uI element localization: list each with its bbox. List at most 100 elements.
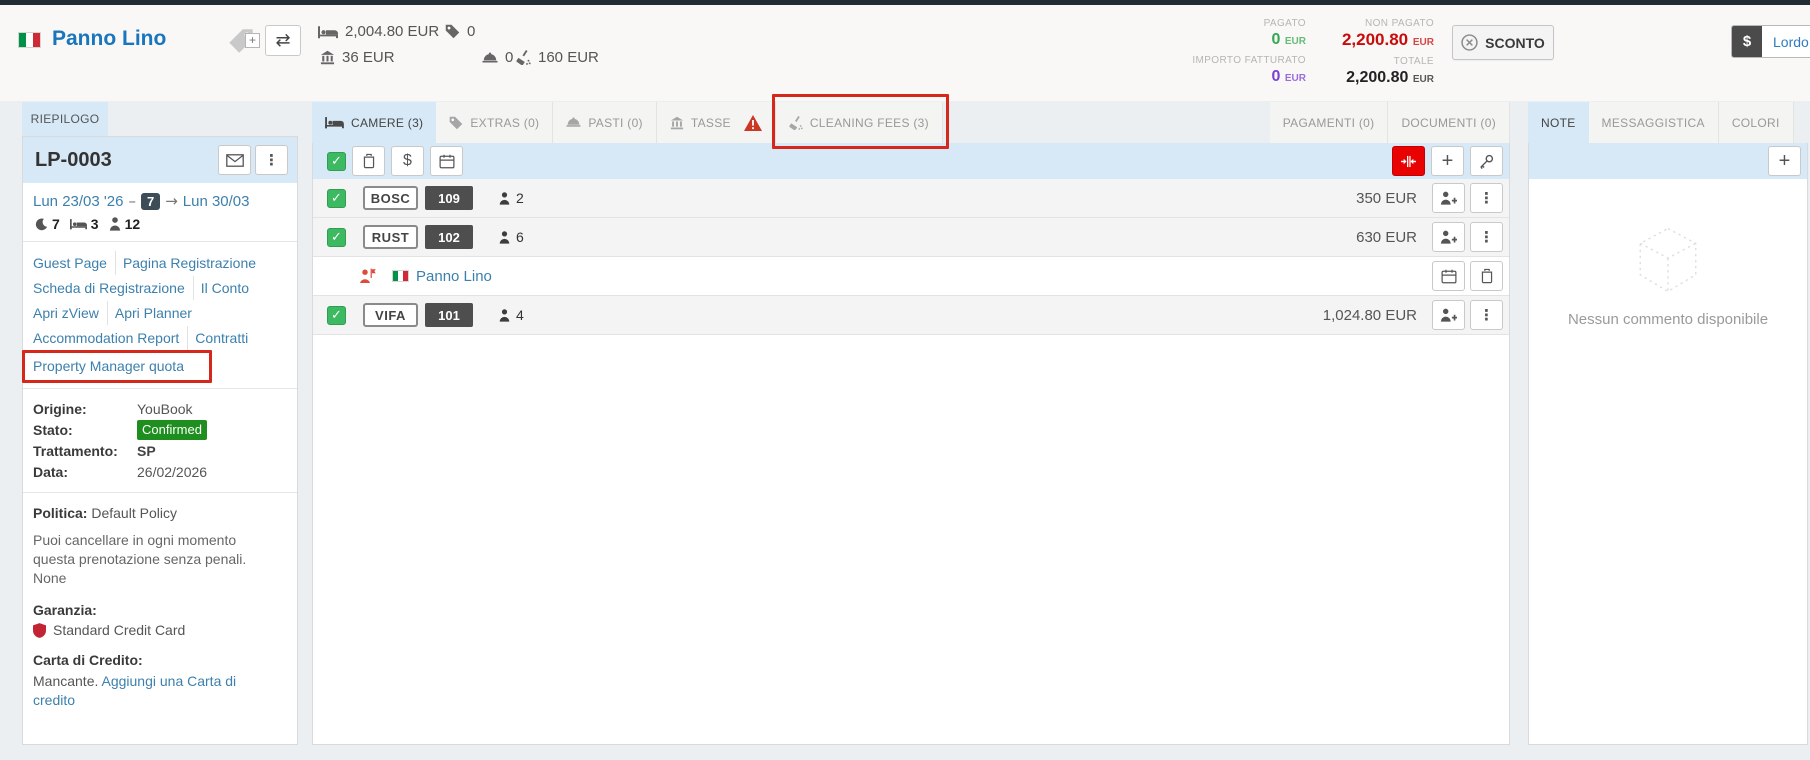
booking-totals-strip: 2,004.80 EUR 0 36 EUR 0 160 EUR: [318, 21, 638, 85]
key-button[interactable]: [1470, 146, 1503, 176]
checkin-date-link[interactable]: Lun 23/03 '26: [33, 193, 123, 210]
calendar-icon: [1441, 269, 1457, 284]
kebab-icon: ⋮: [1479, 228, 1494, 246]
broom-icon: [789, 116, 803, 130]
tab-riepilogo[interactable]: RIEPILOGO: [22, 102, 108, 136]
nights-count: 7: [52, 216, 60, 232]
guest-count: 4: [499, 307, 524, 323]
dash: –: [128, 192, 136, 210]
unpaid-amount: 2,200.80 EUR: [1316, 30, 1434, 53]
cleaning-total-stat: 160 EUR: [516, 49, 599, 66]
date-row: Data:26/02/2026: [33, 462, 287, 482]
link-contratti[interactable]: Contratti: [195, 326, 256, 350]
tab-camere[interactable]: CAMERE (3): [312, 102, 436, 143]
italian-flag-icon: [18, 32, 41, 48]
delete-rooms-button[interactable]: [352, 146, 385, 176]
notes-panel-body: + Nessun commento disponibile: [1528, 143, 1808, 745]
link-apri-zview[interactable]: Apri zView: [33, 301, 108, 325]
booking-menu-button[interactable]: ⋮: [255, 145, 288, 175]
warning-icon: [744, 115, 762, 131]
tag-icon: [449, 116, 463, 130]
row-menu-button[interactable]: ⋮: [1470, 222, 1503, 252]
tab-pagamenti[interactable]: PAGAMENTI (0): [1270, 102, 1389, 143]
checkout-date-link[interactable]: Lun 30/03: [183, 193, 250, 210]
gross-net-toggle[interactable]: $ Lordo: [1731, 25, 1810, 58]
plus-icon: +: [1779, 152, 1791, 170]
tab-pasti[interactable]: PASTI (0): [553, 102, 657, 143]
meal-dome-icon: [482, 52, 498, 64]
tab-colori[interactable]: COLORI: [1719, 102, 1794, 143]
row-checkbox[interactable]: ✓: [327, 189, 346, 208]
link-guest-page[interactable]: Guest Page: [33, 251, 116, 275]
row-menu-button[interactable]: ⋮: [1470, 183, 1503, 213]
room-type-badge[interactable]: RUST: [363, 225, 418, 249]
row-menu-button[interactable]: ⋮: [1470, 300, 1503, 330]
add-tag-button[interactable]: +: [221, 25, 261, 56]
link-property-manager-quota[interactable]: Property Manager quota: [33, 354, 192, 378]
rooms-panel-body: ✓ $ +: [312, 143, 1510, 745]
discount-button[interactable]: SCONTO: [1452, 25, 1554, 60]
add-guest-button[interactable]: [1432, 300, 1465, 330]
price-button[interactable]: $: [391, 146, 424, 176]
unpaid-label: NON PAGATO: [1316, 17, 1434, 30]
select-all-checkbox[interactable]: ✓: [327, 152, 346, 171]
tab-documenti[interactable]: DOCUMENTI (0): [1388, 102, 1510, 143]
tag-icon: [445, 24, 460, 39]
checkin-arrows-icon: [1401, 155, 1416, 168]
property-manager-quota-wrap: Property Manager quota: [33, 354, 199, 379]
add-room-button[interactable]: +: [1431, 146, 1464, 176]
row-checkbox[interactable]: ✓: [327, 228, 346, 247]
guest-calendar-button[interactable]: [1432, 261, 1465, 291]
remove-guest-button[interactable]: [1470, 261, 1503, 291]
guarantee-label: Garanzia:: [33, 602, 287, 618]
tab-note[interactable]: NOTE: [1528, 102, 1589, 143]
booking-details-section: Origine:YouBook Stato:Confirmed Trattame…: [23, 389, 297, 493]
add-guest-button[interactable]: [1432, 183, 1465, 213]
plus-icon: +: [1442, 152, 1454, 170]
row-checkbox[interactable]: ✓: [327, 306, 346, 325]
room-number-badge[interactable]: 101: [425, 303, 473, 327]
checkin-button[interactable]: [1392, 146, 1425, 176]
tab-messaggistica[interactable]: MESSAGGISTICA: [1589, 102, 1719, 143]
link-accommodation-report[interactable]: Accommodation Report: [33, 326, 188, 350]
tab-extras[interactable]: EXTRAS (0): [436, 102, 553, 143]
booking-date-value: 26/02/2026: [137, 462, 207, 482]
guest-name-link[interactable]: Panno Lino: [416, 268, 492, 285]
calendar-button[interactable]: [430, 146, 463, 176]
swap-booking-button[interactable]: ⇄: [265, 25, 301, 56]
notes-tabs: NOTE MESSAGGISTICA COLORI: [1528, 102, 1808, 143]
nights-badge[interactable]: 7: [141, 193, 160, 210]
add-note-button[interactable]: +: [1768, 146, 1801, 176]
room-type-badge[interactable]: BOSC: [363, 186, 418, 210]
notes-toolbar: +: [1529, 143, 1807, 179]
currency-icon: $: [1732, 26, 1762, 57]
add-guest-button[interactable]: [1432, 222, 1465, 252]
notes-empty-state: Nessun commento disponibile: [1529, 223, 1807, 328]
link-scheda-registrazione[interactable]: Scheda di Registrazione: [33, 276, 194, 300]
link-apri-planner[interactable]: Apri Planner: [115, 301, 200, 325]
room-number-badge[interactable]: 109: [425, 186, 473, 210]
tabrow-spacer: [943, 102, 1270, 143]
empty-message: Nessun commento disponibile: [1529, 311, 1807, 328]
summary-sidebar: RIEPILOGO LP-0003 ⋮ Lun 23/03 '26 – 7 → …: [22, 102, 298, 745]
trash-icon: [1480, 268, 1494, 284]
kebab-icon: ⋮: [1479, 306, 1494, 324]
rooms-toolbar: ✓ $ +: [313, 143, 1509, 179]
guest-count: 2: [499, 190, 524, 206]
link-pagina-registrazione[interactable]: Pagina Registrazione: [123, 251, 264, 275]
tab-cleaning-fees[interactable]: CLEANING FEES (3): [776, 102, 943, 143]
link-il-conto[interactable]: Il Conto: [201, 276, 257, 300]
rooms-count: 3: [91, 216, 99, 232]
gross-label: Lordo: [1762, 26, 1810, 57]
email-button[interactable]: [218, 145, 251, 175]
room-number-badge[interactable]: 102: [425, 225, 473, 249]
room-type-badge[interactable]: VIFA: [363, 303, 418, 327]
kebab-icon: ⋮: [1479, 189, 1494, 207]
invoiced-label: IMPORTO FATTURATO: [1148, 54, 1306, 67]
room-row-rust: ✓ RUST 102 6 630 EUR ⋮: [313, 218, 1509, 257]
guest-count: 6: [499, 229, 524, 245]
tab-tasse[interactable]: TASSE: [657, 102, 776, 143]
room-price: 630 EUR: [1356, 229, 1417, 246]
policy-name: Default Policy: [91, 505, 177, 521]
guest-name[interactable]: Panno Lino: [52, 27, 166, 51]
